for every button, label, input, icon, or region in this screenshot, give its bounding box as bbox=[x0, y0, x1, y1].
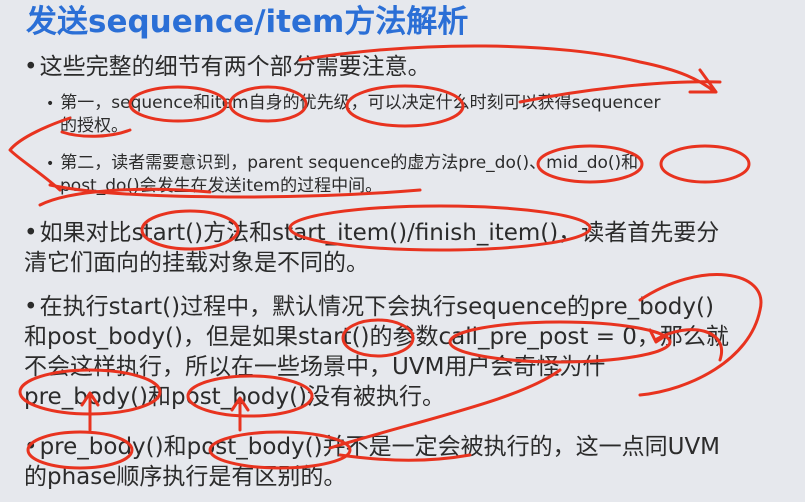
sub-bullet-text-line: 第一，sequence和item自身的优先级，可以决定什么时刻可以获得seque… bbox=[60, 93, 661, 113]
bullet-text: 这些完整的细节有两个部分需要注意。 bbox=[39, 54, 431, 80]
circle-mid-do bbox=[659, 144, 751, 184]
bullet-marker: • bbox=[24, 54, 38, 80]
bullet-text-line: 和post_body()，但是如果start()的参数call_pre_post… bbox=[24, 324, 729, 350]
sub-bullet-text-line: post_do()会发生在发送item的过程中间。 bbox=[60, 176, 383, 196]
bullet-point: •pre_body()和post_body()并不是一定会被执行的，这一点同UV… bbox=[24, 432, 720, 492]
bullet-marker: • bbox=[24, 220, 38, 246]
sub-bullet-point: • 第二，读者需要意识到，parent sequence的虚方法pre_do()、… bbox=[46, 152, 638, 197]
sub-bullet-text-line: 第二，读者需要意识到，parent sequence的虚方法pre_do()、m… bbox=[60, 153, 639, 173]
sub-bullet-text-line: 的授权。 bbox=[60, 116, 128, 136]
bullet-marker: • bbox=[24, 294, 38, 320]
bullet-text-line: 如果对比start()方法和start_item()/finish_item()… bbox=[39, 220, 720, 246]
slide: 发送sequence/item方法解析 •这些完整的细节有两个部分需要注意。 •… bbox=[0, 0, 805, 502]
slide-title: 发送sequence/item方法解析 bbox=[26, 4, 469, 40]
sub-bullet-point: • 第一，sequence和item自身的优先级，可以决定什么时刻可以获得sequ… bbox=[46, 92, 661, 137]
bullet-point: •在执行start()过程中，默认情况下会执行sequence的pre_body… bbox=[24, 292, 729, 412]
sub-bullet-marker: • bbox=[46, 96, 55, 112]
bullet-text-line: 在执行start()过程中，默认情况下会执行sequence的pre_body(… bbox=[39, 294, 714, 320]
bullet-text-line: 清它们面向的挂载对象是不同的。 bbox=[24, 250, 369, 276]
bullet-text-line: pre_body()和post_body()没有被执行。 bbox=[24, 384, 446, 410]
bullet-point: •这些完整的细节有两个部分需要注意。 bbox=[24, 52, 431, 82]
sub-bullet-marker: • bbox=[46, 156, 55, 172]
bullet-text-line: pre_body()和post_body()并不是一定会被执行的，这一点同UVM bbox=[39, 434, 721, 460]
bullet-text-line: 不会这样执行，所以在一些场景中，UVM用户会奇怪为什 bbox=[24, 354, 606, 380]
bullet-marker: • bbox=[24, 434, 38, 460]
bullet-point: •如果对比start()方法和start_item()/finish_item(… bbox=[24, 218, 719, 278]
bullet-text-line: 的phase顺序执行是有区别的。 bbox=[24, 464, 347, 490]
